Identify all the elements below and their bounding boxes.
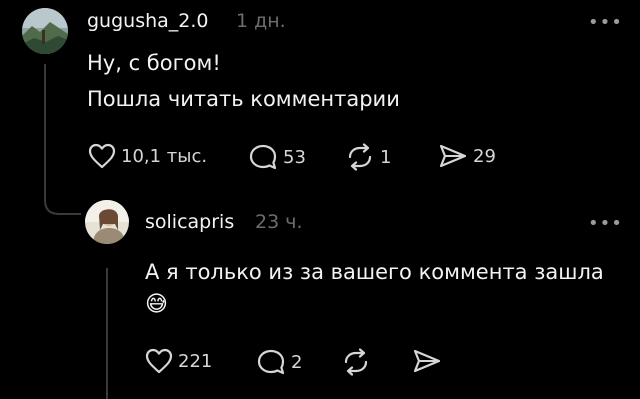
- comment-bubble-icon: [249, 144, 277, 170]
- like-button[interactable]: 221: [145, 348, 212, 374]
- heart-icon: [88, 143, 116, 169]
- avatar[interactable]: [85, 200, 129, 244]
- comment-button[interactable]: 53: [248, 143, 306, 171]
- comment-timestamp: 23 ч.: [255, 211, 303, 233]
- repost-button[interactable]: [341, 348, 371, 376]
- comment-text-line: А я только из за вашего коммента зашла: [145, 260, 604, 284]
- comment-timestamp: 1 дн.: [236, 10, 286, 32]
- repost-button[interactable]: 1: [345, 143, 391, 171]
- comment-username[interactable]: gugusha_2.0: [87, 10, 209, 32]
- person-avatar-icon: [85, 200, 129, 244]
- repost-icon: [344, 348, 368, 376]
- more-dots-icon[interactable]: •••: [588, 215, 623, 233]
- more-dots-icon[interactable]: •••: [588, 14, 623, 32]
- avatar[interactable]: [22, 8, 68, 54]
- comment-count: 53: [283, 146, 306, 168]
- send-icon: [439, 144, 467, 168]
- landscape-avatar-icon: [22, 8, 68, 54]
- like-count: 221: [178, 350, 213, 372]
- comment-button[interactable]: 2: [256, 348, 302, 376]
- thread-line: [44, 64, 46, 198]
- thread-line: [106, 268, 108, 399]
- send-icon: [413, 349, 441, 373]
- like-count: 10,1 тыс.: [121, 145, 208, 167]
- like-button[interactable]: 10,1 тыс.: [88, 143, 207, 169]
- thread-curve: [44, 192, 81, 215]
- repost-icon: [348, 143, 372, 171]
- comment-username[interactable]: solicapris: [145, 211, 234, 233]
- comment-bubble-icon: [257, 349, 285, 375]
- comment-count: 2: [291, 351, 303, 373]
- share-button[interactable]: [412, 348, 442, 374]
- repost-count: 1: [380, 146, 392, 168]
- sweat-smile-emoji: 😅: [145, 292, 168, 317]
- comment-text-line: Пошла читать комментарии: [87, 87, 400, 111]
- share-count: 29: [473, 145, 496, 167]
- heart-icon: [145, 348, 173, 374]
- share-button[interactable]: 29: [438, 143, 496, 169]
- comment-text-line: Ну, с богом!: [87, 51, 221, 75]
